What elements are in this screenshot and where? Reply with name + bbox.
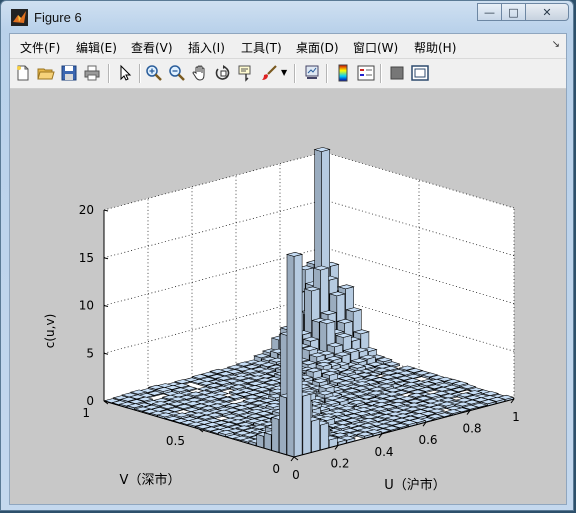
open-file-icon[interactable] (37, 64, 55, 82)
x-tick-label: 0.2 (330, 456, 349, 470)
menu-desktop[interactable]: 桌面(D) (296, 39, 339, 56)
z-tick-label: 10 (79, 299, 94, 313)
bar-face (263, 432, 272, 451)
toolbar-separator (108, 64, 110, 83)
zoom-in-icon[interactable] (145, 64, 163, 82)
window-title: Figure 6 (34, 10, 82, 25)
toolbar-separator (380, 64, 382, 83)
brush-icon[interactable] (260, 64, 278, 82)
x-tick-label: 0 (292, 468, 300, 482)
minimize-button[interactable]: — (477, 3, 502, 21)
menu-insert[interactable]: 插入(I) (188, 39, 225, 56)
edit-plot-arrow-icon[interactable] (116, 64, 134, 82)
figure-client-area: 文件(F) 编辑(E) 查看(V) 插入(I) 工具(T) 桌面(D) 窗口(W… (9, 33, 567, 505)
toolbar-separator (139, 64, 141, 83)
link-plot-icon[interactable] (303, 64, 321, 82)
x-tick-label: 0.4 (374, 445, 393, 459)
menu-help[interactable]: 帮助(H) (414, 39, 456, 56)
bar (285, 252, 304, 458)
y-tick-label: 0.5 (166, 434, 185, 448)
figure-window: Figure 6 — □ ✕ 文件(F) 编辑(E) 查看(V) 插入(I) 工… (0, 0, 574, 511)
toolbar-separator (326, 64, 328, 83)
x-tick-label: 0.8 (462, 422, 481, 436)
z-axis-label: c(u,v) (43, 314, 57, 348)
y-tick-label: 0 (272, 462, 280, 476)
close-button[interactable]: ✕ (525, 3, 569, 21)
menu-edit[interactable]: 编辑(E) (76, 39, 117, 56)
colorbar-icon[interactable] (334, 64, 352, 82)
rotate-3d-icon[interactable] (214, 64, 232, 82)
bar-face (311, 418, 320, 453)
x-axis-label: U（沪市） (384, 477, 446, 493)
y-axis-label: V（深市） (120, 472, 181, 488)
menu-bar: 文件(F) 编辑(E) 查看(V) 插入(I) 工具(T) 桌面(D) 窗口(W… (10, 34, 566, 59)
figure-toolbar: ▼ (10, 59, 566, 89)
bar-face (286, 254, 295, 458)
data-cursor-icon[interactable] (237, 64, 255, 82)
minimize-icon: — (484, 5, 495, 19)
toolbar-separator (294, 64, 296, 83)
z-tick-label: 20 (79, 203, 94, 217)
bar-face (271, 416, 280, 453)
show-plot-tools-icon[interactable] (411, 64, 429, 82)
legend-icon[interactable] (357, 64, 375, 82)
bar-face (302, 393, 312, 456)
zoom-out-icon[interactable] (168, 64, 186, 82)
print-icon[interactable] (83, 64, 101, 82)
z-tick-label: 5 (86, 346, 94, 360)
new-figure-icon[interactable] (14, 64, 32, 82)
menu-tools[interactable]: 工具(T) (241, 39, 282, 56)
x-tick-label: 0.6 (418, 433, 437, 447)
bar-face (320, 422, 329, 451)
bar-face (279, 395, 287, 456)
bar-face (293, 253, 303, 458)
maximize-icon: □ (508, 5, 519, 19)
maximize-button[interactable]: □ (501, 3, 526, 21)
bar3-plot[interactable]: 0510152000.20.40.60.8100.51 c(u,v) U（沪市）… (10, 89, 566, 504)
save-icon[interactable] (60, 64, 78, 82)
menu-file[interactable]: 文件(F) (20, 39, 60, 56)
y-tick-label: 1 (82, 406, 90, 420)
x-tick-label: 1 (512, 410, 520, 424)
figure-canvas[interactable]: 0 5 10 15 20 0 0.2 0.4 0.6 0.8 1 0 0.5 1 c(u,v) U（沪市）… (10, 89, 566, 504)
x-tick (290, 456, 295, 462)
title-bar[interactable]: Figure 6 — □ ✕ (1, 1, 573, 33)
menu-window[interactable]: 窗口(W) (353, 39, 398, 56)
hide-plot-tools-icon[interactable] (388, 64, 406, 82)
matlab-logo-icon (11, 9, 28, 26)
pan-hand-icon[interactable] (191, 64, 209, 82)
z-tick-label: 15 (79, 251, 94, 265)
dock-arrow-icon[interactable]: ↘ (552, 39, 560, 50)
close-icon: ✕ (542, 5, 552, 19)
menu-view[interactable]: 查看(V) (131, 39, 173, 56)
y-tick (293, 456, 299, 461)
brush-dropdown-icon[interactable]: ▼ (281, 68, 287, 77)
